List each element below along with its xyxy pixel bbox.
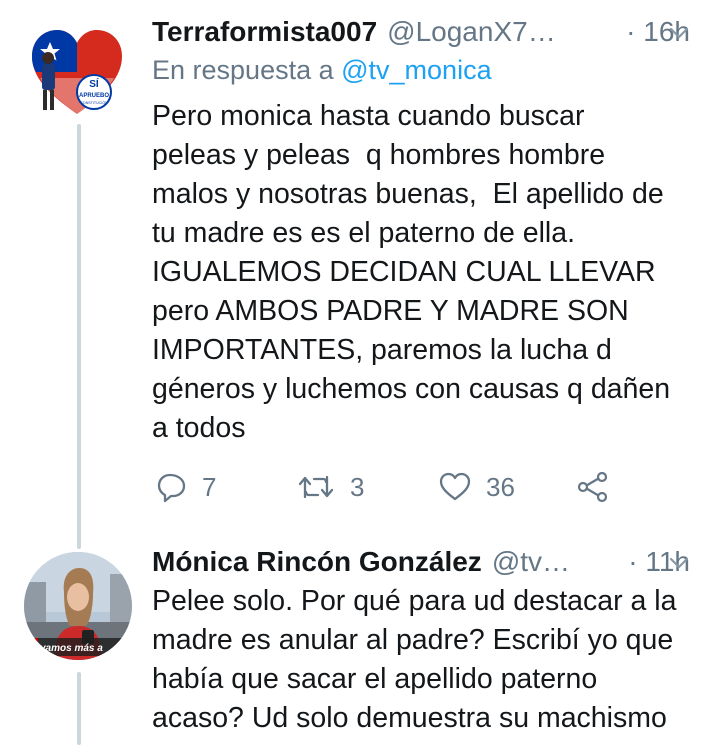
user-handle[interactable]: @LoganX7… — [387, 16, 618, 48]
avatar[interactable]: SÍ APRUEBO CONSTITUCIÓN — [24, 18, 130, 124]
reply-icon — [157, 473, 186, 503]
avatar[interactable]: vamos más a — [24, 552, 132, 660]
chevron-down-icon[interactable] — [666, 550, 692, 576]
reply-button[interactable]: 7 — [156, 465, 216, 509]
reply-mention-link[interactable]: @tv_monica — [341, 55, 491, 85]
retweet-count: 3 — [350, 471, 365, 502]
retweet-button[interactable]: 3 — [296, 465, 364, 509]
apruebo-heart-avatar-image: SÍ APRUEBO CONSTITUCIÓN — [32, 30, 122, 114]
heart-icon — [439, 472, 471, 501]
tweet-text: Pero monica hasta cuando buscar peleas y… — [152, 100, 671, 444]
tweet-header: Mónica Rincón González @tv… · 11h — [152, 542, 690, 582]
tweet-actions: 7 3 36 — [152, 465, 632, 509]
avatar-overlay-text: vamos más a — [40, 643, 103, 654]
reply-count: 7 — [202, 471, 217, 502]
user-handle[interactable]: @tv… — [492, 546, 620, 578]
like-button[interactable]: 36 — [438, 465, 515, 509]
tweet-text: Pelee solo. Por qué para ud destacar a l… — [152, 585, 677, 734]
share-button[interactable] — [576, 465, 610, 509]
reporter-avatar-image: vamos más a — [24, 552, 132, 660]
display-name[interactable]: Terraformista007 — [152, 16, 377, 48]
svg-text:APRUEBO: APRUEBO — [79, 93, 109, 99]
svg-text:SÍ: SÍ — [89, 77, 99, 90]
chevron-down-icon[interactable] — [666, 20, 692, 46]
like-count: 36 — [486, 471, 515, 502]
tweet-header: Terraformista007 @LoganX7… · 16h — [152, 12, 690, 52]
share-icon — [577, 471, 608, 503]
display-name[interactable]: Mónica Rincón González — [152, 546, 482, 578]
thread-line-top — [77, 124, 81, 549]
retweet-icon — [298, 475, 334, 499]
thread-line-bottom — [77, 672, 81, 745]
reply-prefix: En respuesta a — [152, 55, 342, 85]
svg-text:CONSTITUCIÓN: CONSTITUCIÓN — [80, 100, 108, 105]
reply-context: En respuesta a @tv_monica — [152, 55, 492, 86]
